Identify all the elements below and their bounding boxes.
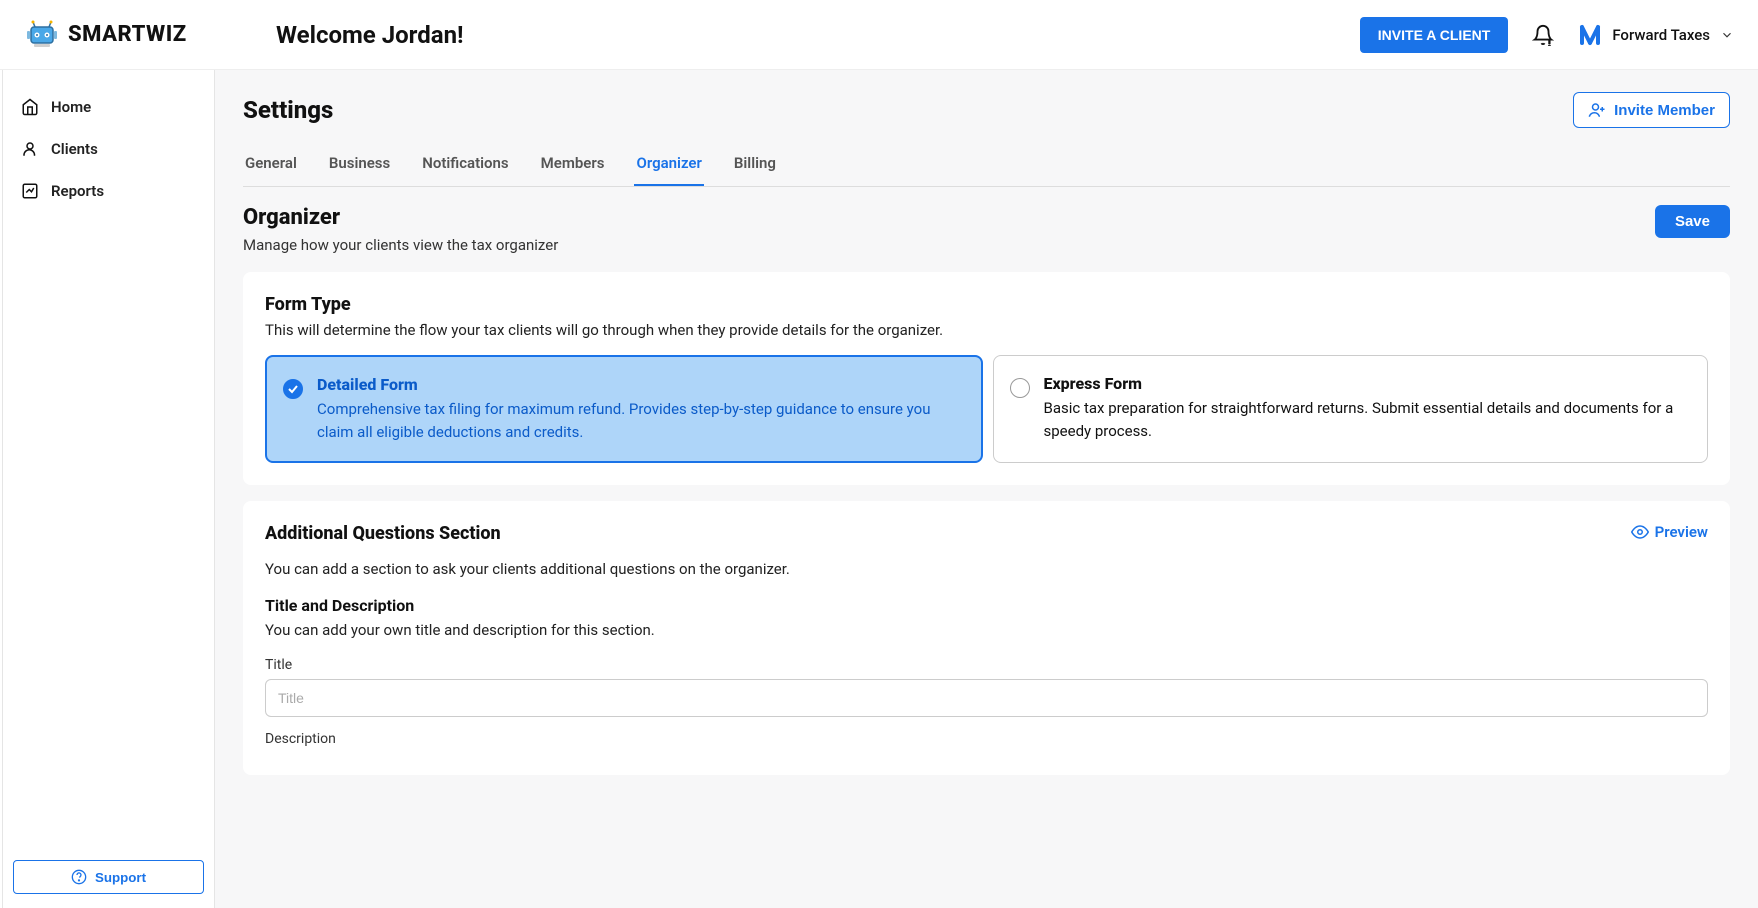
td-help: You can add your own title and descripti…	[265, 621, 1708, 639]
td-heading: Title and Description	[265, 596, 1708, 615]
tabs: General Business Notifications Members O…	[243, 142, 1730, 187]
content-area: Settings Invite Member General Business …	[215, 70, 1758, 908]
option-title: Detailed Form	[317, 375, 965, 394]
notifications-icon[interactable]	[1532, 24, 1554, 46]
invite-member-label: Invite Member	[1614, 102, 1715, 119]
sidebar-item-label: Home	[51, 98, 91, 116]
page-title: Settings	[243, 96, 333, 124]
tab-general[interactable]: General	[243, 142, 299, 186]
option-title: Express Form	[1044, 374, 1692, 393]
radio-selected-icon	[283, 379, 303, 399]
brand-logo[interactable]: SMARTWIZ	[24, 17, 246, 53]
card-subtitle: This will determine the flow your tax cl…	[265, 321, 1708, 339]
option-desc: Basic tax preparation for straightforwar…	[1044, 397, 1692, 442]
company-dropdown[interactable]: Forward Taxes	[1578, 23, 1734, 47]
sidebar-item-reports[interactable]: Reports	[3, 170, 214, 212]
radio-unselected-icon	[1010, 378, 1030, 398]
support-button[interactable]: Support	[13, 860, 204, 894]
sidebar-item-clients[interactable]: Clients	[3, 128, 214, 170]
section-subtitle: Manage how your clients view the tax org…	[243, 236, 558, 254]
tab-billing[interactable]: Billing	[732, 142, 778, 186]
preview-link[interactable]: Preview	[1631, 523, 1708, 541]
user-plus-icon	[1588, 101, 1606, 119]
chart-icon	[21, 182, 39, 200]
save-button[interactable]: Save	[1655, 205, 1730, 238]
sidebar-item-label: Reports	[51, 182, 104, 200]
description-field-label: Description	[265, 731, 1708, 747]
tab-members[interactable]: Members	[539, 142, 607, 186]
additional-questions-card: Additional Questions Section Preview You…	[243, 501, 1730, 775]
preview-label: Preview	[1655, 523, 1708, 541]
section-title: Organizer	[243, 205, 558, 230]
help-icon	[71, 869, 87, 885]
support-label: Support	[95, 870, 146, 885]
user-icon	[21, 140, 39, 158]
sidebar: Home Clients Reports Support	[3, 70, 215, 908]
card-title: Additional Questions Section	[265, 523, 501, 544]
home-icon	[21, 98, 39, 116]
form-type-card: Form Type This will determine the flow y…	[243, 272, 1730, 485]
tab-organizer[interactable]: Organizer	[634, 142, 703, 186]
chevron-down-icon	[1720, 28, 1734, 42]
form-option-detailed[interactable]: Detailed Form Comprehensive tax filing f…	[265, 355, 983, 463]
robot-icon	[24, 17, 60, 53]
card-title: Form Type	[265, 294, 1708, 315]
sidebar-item-home[interactable]: Home	[3, 86, 214, 128]
company-logo-icon	[1578, 23, 1602, 47]
tab-business[interactable]: Business	[327, 142, 392, 186]
invite-client-button[interactable]: INVITE A CLIENT	[1360, 17, 1509, 53]
company-name: Forward Taxes	[1612, 26, 1710, 44]
invite-member-button[interactable]: Invite Member	[1573, 92, 1730, 128]
brand-name: SMARTWIZ	[68, 22, 187, 47]
title-field-label: Title	[265, 657, 1708, 673]
eye-icon	[1631, 523, 1649, 541]
form-option-express[interactable]: Express Form Basic tax preparation for s…	[993, 355, 1709, 463]
card-subtitle: You can add a section to ask your client…	[265, 560, 1708, 578]
title-input[interactable]	[265, 679, 1708, 717]
sidebar-item-label: Clients	[51, 140, 98, 158]
top-header: SMARTWIZ Welcome Jordan! INVITE A CLIENT	[0, 0, 1758, 70]
tab-notifications[interactable]: Notifications	[420, 142, 510, 186]
welcome-text: Welcome Jordan!	[276, 21, 464, 49]
option-desc: Comprehensive tax filing for maximum ref…	[317, 398, 965, 443]
